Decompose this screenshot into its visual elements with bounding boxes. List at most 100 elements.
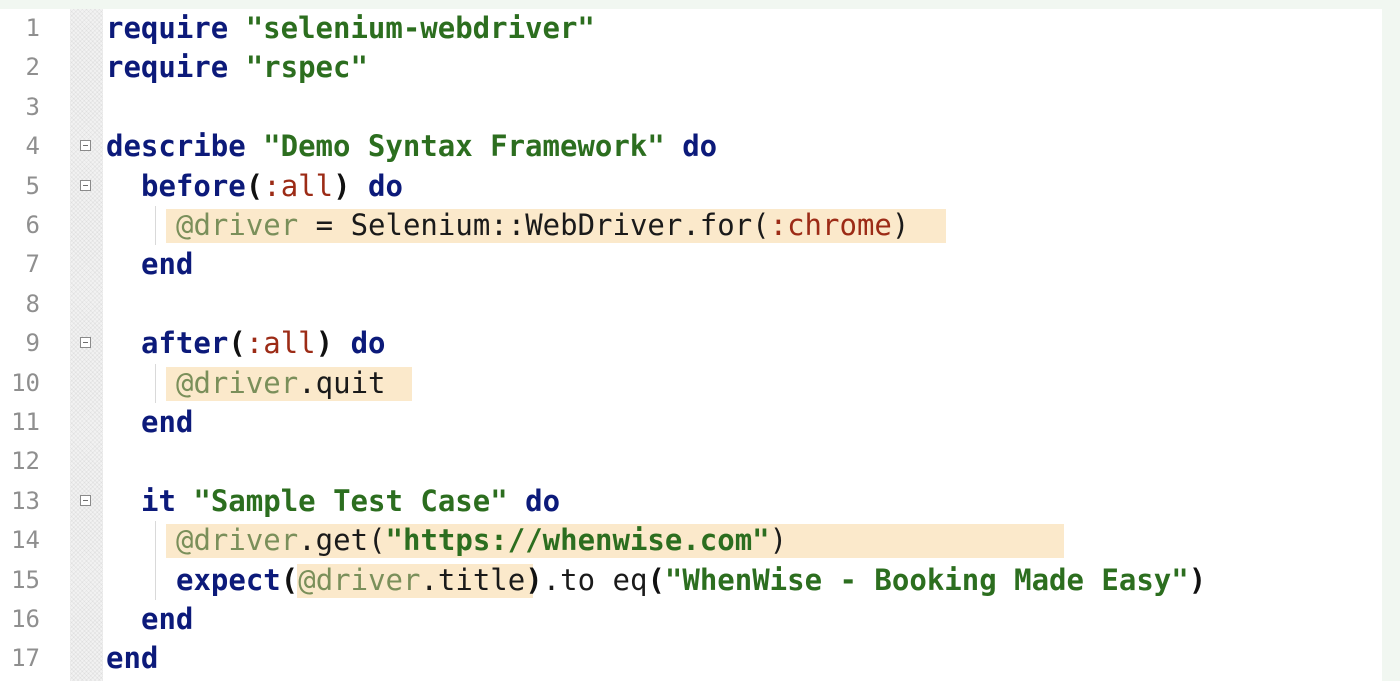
indent-guide	[155, 521, 156, 561]
keyword-token: end	[141, 405, 194, 439]
fold-toggle-icon[interactable]	[80, 337, 91, 349]
line-number: 1	[25, 14, 40, 42]
keyword-token: end	[141, 602, 194, 636]
paren-token: )	[769, 523, 788, 558]
code-line[interactable]: 3	[0, 88, 1400, 127]
string-token: "rspec"	[245, 50, 368, 85]
code-line[interactable]: 10 @driver.quit	[0, 363, 1400, 403]
instance-variable-token: @driver	[176, 365, 299, 400]
paren-token: )	[333, 168, 351, 203]
code-text[interactable]: require "selenium-webdriver"	[106, 9, 595, 48]
code-line[interactable]: 2 require "rspec"	[0, 48, 1400, 87]
code-line[interactable]: 1 require "selenium-webdriver"	[0, 9, 1400, 48]
code-text[interactable]: end	[141, 245, 193, 284]
code-token: .title	[420, 562, 526, 597]
code-text[interactable]: end	[141, 403, 193, 442]
line-number: 10	[11, 368, 40, 397]
code-line[interactable]: 15 expect(@driver.title).to eq("WhenWise…	[0, 560, 1400, 600]
code-line[interactable]: 14 @driver.get("https://whenwise.com")	[0, 521, 1400, 561]
code-text[interactable]: end	[106, 639, 158, 678]
symbol-token: :chrome	[769, 208, 892, 242]
code-token: = Selenium::WebDriver.for	[298, 208, 753, 242]
code-line[interactable]: 12	[0, 442, 1400, 481]
paren-token: (	[280, 562, 299, 597]
line-number: 2	[25, 53, 40, 82]
string-token: "Demo Syntax Framework"	[263, 129, 665, 164]
paren-token: (	[752, 208, 770, 242]
code-line[interactable]: 16 end	[0, 600, 1400, 639]
editor-top-border	[0, 0, 1400, 9]
line-number: 3	[25, 92, 40, 121]
keyword-token: require	[106, 50, 229, 85]
code-line[interactable]: 6 @driver = Selenium::WebDriver.for(:chr…	[0, 206, 1400, 246]
code-line[interactable]: 7 end	[0, 245, 1400, 284]
string-token: "WhenWise - Booking Made Easy"	[664, 562, 1189, 597]
code-text[interactable]: require "rspec"	[106, 48, 368, 87]
instance-variable-token: @driver	[298, 562, 421, 597]
symbol-token: :all	[263, 168, 334, 203]
line-number: 11	[11, 408, 40, 436]
code-text[interactable]: it "Sample Test Case" do	[141, 482, 560, 521]
paren-token: )	[315, 326, 334, 361]
code-text[interactable]: end	[141, 600, 193, 639]
code-line[interactable]: 13 it "Sample Test Case" do	[0, 482, 1400, 521]
code-line[interactable]: 8	[0, 285, 1400, 324]
indent-guide	[155, 363, 156, 403]
string-token: "https://whenwise.com"	[385, 523, 770, 558]
code-text[interactable]: after(:all) do	[141, 324, 385, 363]
keyword-token: require	[106, 11, 229, 45]
code-line[interactable]: 4 describe "Demo Syntax Framework" do	[0, 127, 1400, 166]
code-text[interactable]: expect(@driver.title).to eq("WhenWise - …	[176, 561, 1206, 600]
fold-toggle-icon[interactable]	[80, 179, 91, 191]
code-line[interactable]: 5 before(:all) do	[0, 167, 1400, 206]
method-token: expect	[176, 562, 281, 597]
code-text[interactable]: @driver = Selenium::WebDriver.for(:chrom…	[176, 206, 909, 245]
keyword-token: end	[141, 247, 194, 282]
code-text[interactable]: describe "Demo Syntax Framework" do	[106, 127, 717, 166]
paren-token: )	[891, 208, 910, 242]
symbol-token: :all	[245, 326, 316, 361]
code-text[interactable]: @driver.get("https://whenwise.com")	[176, 521, 787, 560]
fold-toggle-icon[interactable]	[80, 140, 91, 152]
keyword-token: do	[350, 326, 386, 361]
code-line[interactable]: 9 after(:all) do	[0, 324, 1400, 363]
paren-token: (	[228, 326, 246, 361]
code-line[interactable]: 17 end	[0, 639, 1400, 678]
line-number: 12	[11, 447, 40, 476]
line-number: 8	[25, 289, 40, 318]
line-number: 5	[25, 171, 40, 200]
paren-token: )	[525, 562, 543, 597]
code-editor[interactable]: 1 require "selenium-webdriver" 2 require…	[0, 0, 1400, 691]
string-token: "Sample Test Case"	[193, 483, 508, 518]
fold-toggle-icon[interactable]	[80, 494, 91, 506]
line-number: 15	[11, 565, 40, 594]
keyword-token: after	[141, 326, 229, 361]
code-text[interactable]: before(:all) do	[141, 167, 403, 206]
string-token: "selenium-webdriver"	[245, 11, 595, 45]
indent-guide	[155, 560, 156, 600]
code-token: .quit	[298, 365, 386, 400]
paren-token: (	[368, 523, 386, 558]
keyword-token: end	[106, 641, 159, 676]
line-number: 6	[25, 211, 40, 239]
instance-variable-token: @driver	[176, 208, 299, 242]
instance-variable-token: @driver	[176, 523, 299, 558]
code-line[interactable]: 11 end	[0, 403, 1400, 442]
code-token: .get	[298, 523, 369, 558]
paren-token: (	[647, 562, 665, 597]
keyword-token: do	[682, 129, 718, 164]
indent-guide	[155, 206, 156, 246]
keyword-token: it	[141, 483, 176, 518]
line-number: 14	[11, 526, 40, 555]
code-text[interactable]: @driver.quit	[176, 364, 386, 403]
line-number: 9	[25, 329, 40, 358]
keyword-token: before	[141, 168, 246, 203]
